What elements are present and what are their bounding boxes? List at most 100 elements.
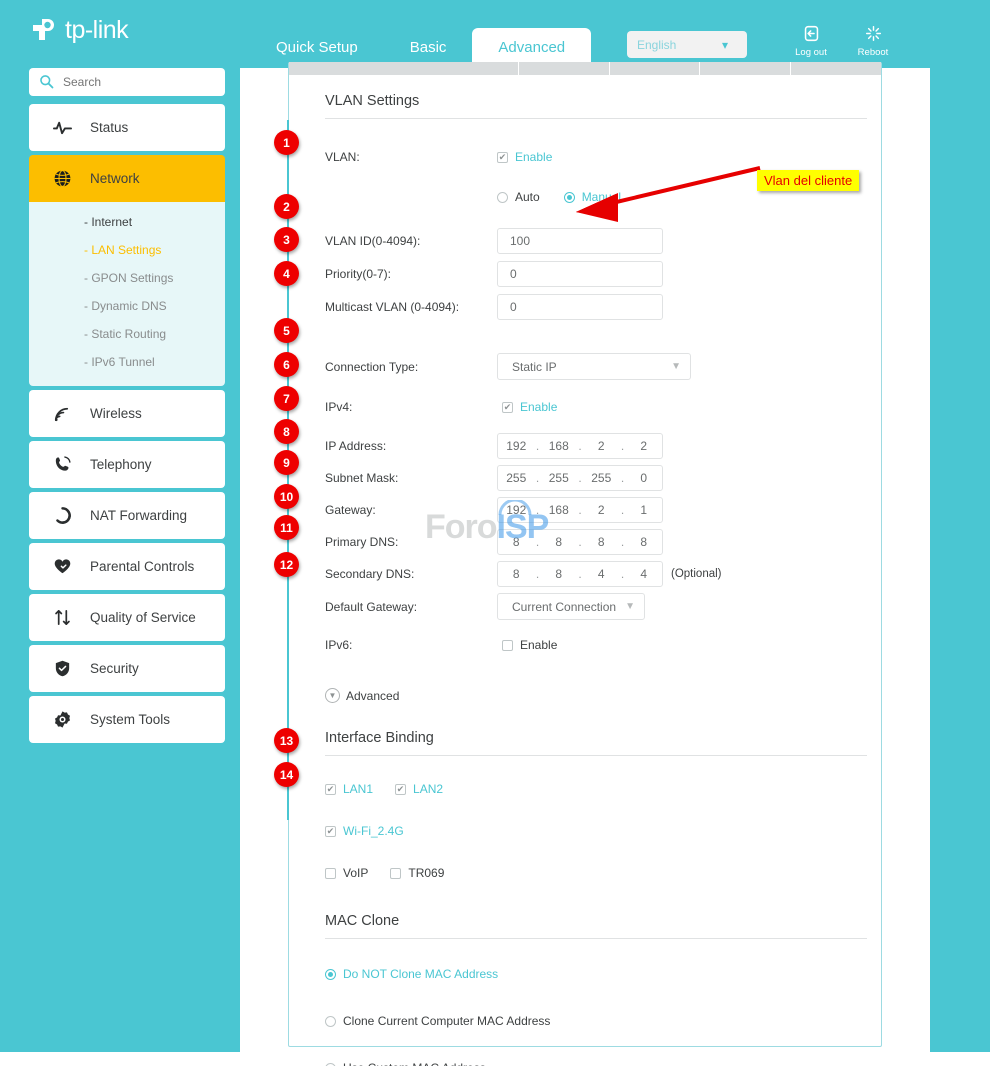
ip-octet[interactable]: 168 xyxy=(541,503,578,517)
ip-octet[interactable]: 4 xyxy=(583,567,620,581)
secondary-dns-input[interactable]: 8. 8. 4. 4 xyxy=(497,561,663,587)
radio-button[interactable] xyxy=(325,1062,336,1066)
ip-octet[interactable]: 8 xyxy=(541,535,578,549)
ip-octet[interactable]: 1 xyxy=(626,503,663,517)
vlan-enable-checkbox[interactable]: Enable xyxy=(497,150,552,164)
divider xyxy=(325,118,867,119)
do-not-clone-label: Do NOT Clone MAC Address xyxy=(343,967,499,981)
mac-clone-option-row: Clone Current Computer MAC Address xyxy=(289,1008,881,1034)
ipv4-row: IPv4: Enable xyxy=(289,394,881,420)
tab-cell[interactable] xyxy=(519,62,610,75)
ip-octet[interactable]: 8 xyxy=(498,567,535,581)
annotation-badge-8: 8 xyxy=(274,419,299,444)
use-custom-radio[interactable]: Use Custom MAC Address xyxy=(325,1061,486,1066)
ip-octet[interactable]: 2 xyxy=(583,503,620,517)
reboot-button[interactable]: Reboot xyxy=(845,24,901,58)
ip-octet[interactable]: 255 xyxy=(498,471,535,485)
mac-clone-option-row: Do NOT Clone MAC Address xyxy=(289,961,881,987)
sidebar-subitem-ipv6-tunnel[interactable]: - IPv6 Tunnel xyxy=(29,348,225,376)
tab-cell[interactable] xyxy=(610,62,701,75)
vlan-enable-label: Enable xyxy=(515,150,553,164)
voip-checkbox[interactable]: VoIP xyxy=(325,866,368,880)
multicast-vlan-input[interactable] xyxy=(497,294,663,320)
tab-cell[interactable] xyxy=(289,62,519,75)
checkbox-box[interactable] xyxy=(325,783,336,795)
chevron-down-circle-icon: ▼ xyxy=(325,688,340,703)
ip-octet[interactable]: 168 xyxy=(541,439,578,453)
lan1-checkbox[interactable]: LAN1 xyxy=(325,782,373,796)
checkbox-box[interactable] xyxy=(325,867,336,879)
ip-octet[interactable]: 192 xyxy=(498,503,535,517)
sidebar-item-network[interactable]: Network xyxy=(29,155,225,202)
sidebar-item-wireless[interactable]: Wireless xyxy=(29,390,225,437)
vlan-mode-auto-radio[interactable]: Auto xyxy=(497,190,540,204)
ip-octet[interactable]: 8 xyxy=(541,567,578,581)
ip-octet[interactable]: 2 xyxy=(583,439,620,453)
subnet-mask-input[interactable]: 255. 255. 255. 0 xyxy=(497,465,663,491)
sidebar-item-parental-controls[interactable]: Parental Controls xyxy=(29,543,225,590)
annotation-badge-6: 6 xyxy=(274,352,299,377)
search-input[interactable] xyxy=(63,75,203,89)
radio-button[interactable] xyxy=(497,191,508,203)
do-not-clone-radio[interactable]: Do NOT Clone MAC Address xyxy=(325,967,498,981)
sidebar-subitem-gpon-settings[interactable]: - GPON Settings xyxy=(29,264,225,292)
checkbox-box[interactable] xyxy=(497,151,508,163)
sidebar-item-status[interactable]: Status xyxy=(29,104,225,151)
ip-octet[interactable]: 255 xyxy=(541,471,578,485)
language-select[interactable]: English xyxy=(627,31,747,58)
ip-octet[interactable]: 2 xyxy=(626,439,663,453)
clone-current-label: Clone Current Computer MAC Address xyxy=(343,1014,551,1028)
ip-octet[interactable]: 0 xyxy=(626,471,663,485)
sidebar-item-security[interactable]: Security xyxy=(29,645,225,692)
ip-octet[interactable]: 4 xyxy=(626,567,663,581)
connection-type-label: Connection Type: xyxy=(325,359,419,374)
advanced-toggle[interactable]: ▼ Advanced xyxy=(289,688,881,703)
tr069-checkbox[interactable]: TR069 xyxy=(390,866,444,880)
connection-type-row: Connection Type: Static IP ▼ xyxy=(289,353,881,380)
ip-octet[interactable]: 192 xyxy=(498,439,535,453)
radio-button[interactable] xyxy=(325,1015,336,1027)
clone-current-radio[interactable]: Clone Current Computer MAC Address xyxy=(325,1014,550,1028)
ip-octet[interactable]: 8 xyxy=(498,535,535,549)
ipv4-enable-checkbox[interactable]: Enable xyxy=(502,400,557,414)
ip-octet[interactable]: 255 xyxy=(583,471,620,485)
sidebar-subitem-dynamic-dns[interactable]: - Dynamic DNS xyxy=(29,292,225,320)
checkbox-box[interactable] xyxy=(390,867,402,879)
logout-button[interactable]: Log out xyxy=(783,24,839,58)
lan2-checkbox[interactable]: LAN2 xyxy=(395,782,443,796)
sidebar-item-quality-of-service[interactable]: Quality of Service xyxy=(29,594,225,641)
wifi-24g-checkbox[interactable]: Wi-Fi_2.4G xyxy=(325,824,404,838)
annotation-badge-9: 9 xyxy=(274,450,299,475)
sidebar-item-label: Network xyxy=(90,171,140,186)
tplink-logo[interactable]: tp-link xyxy=(28,12,129,48)
checkbox-box[interactable] xyxy=(502,639,513,651)
ip-octet[interactable]: 8 xyxy=(626,535,663,549)
ip-address-input[interactable]: 192. 168. 2. 2 xyxy=(497,433,663,459)
checkbox-box[interactable] xyxy=(395,783,407,795)
radio-button[interactable] xyxy=(325,968,336,980)
connection-type-select[interactable]: Static IP ▼ xyxy=(497,353,691,380)
sidebar-subitem-lan-settings[interactable]: - LAN Settings xyxy=(29,236,225,264)
ipv6-enable-checkbox[interactable]: Enable xyxy=(502,638,557,652)
secondary-dns-hint: (Optional) xyxy=(671,568,722,580)
sidebar-item-telephony[interactable]: Telephony xyxy=(29,441,225,488)
vlan-id-input[interactable] xyxy=(497,228,663,254)
checkbox-box[interactable] xyxy=(502,401,513,413)
vlan-mode-manual-radio[interactable]: Manual xyxy=(563,190,621,204)
sidebar-subitem-internet[interactable]: - Internet xyxy=(29,208,225,236)
search-box[interactable] xyxy=(29,68,225,96)
radio-button[interactable] xyxy=(563,191,575,203)
sidebar-subitem-static-routing[interactable]: - Static Routing xyxy=(29,320,225,348)
primary-dns-input[interactable]: 8. 8. 8. 8 xyxy=(497,529,663,555)
checkbox-box[interactable] xyxy=(325,825,336,837)
tab-cell[interactable] xyxy=(700,62,792,75)
interface-binding-lan-row: LAN1 LAN2 xyxy=(289,776,881,802)
sidebar-item-nat-forwarding[interactable]: NAT Forwarding xyxy=(29,492,225,539)
ip-octet[interactable]: 8 xyxy=(583,535,620,549)
sidebar-item-label: NAT Forwarding xyxy=(90,508,188,523)
gateway-input[interactable]: 192. 168. 2. 1 xyxy=(497,497,663,523)
default-gateway-select[interactable]: Current Connection ▼ xyxy=(497,593,645,620)
tab-cell[interactable] xyxy=(791,62,881,75)
priority-input[interactable] xyxy=(497,261,663,287)
sidebar-item-system-tools[interactable]: System Tools xyxy=(29,696,225,743)
